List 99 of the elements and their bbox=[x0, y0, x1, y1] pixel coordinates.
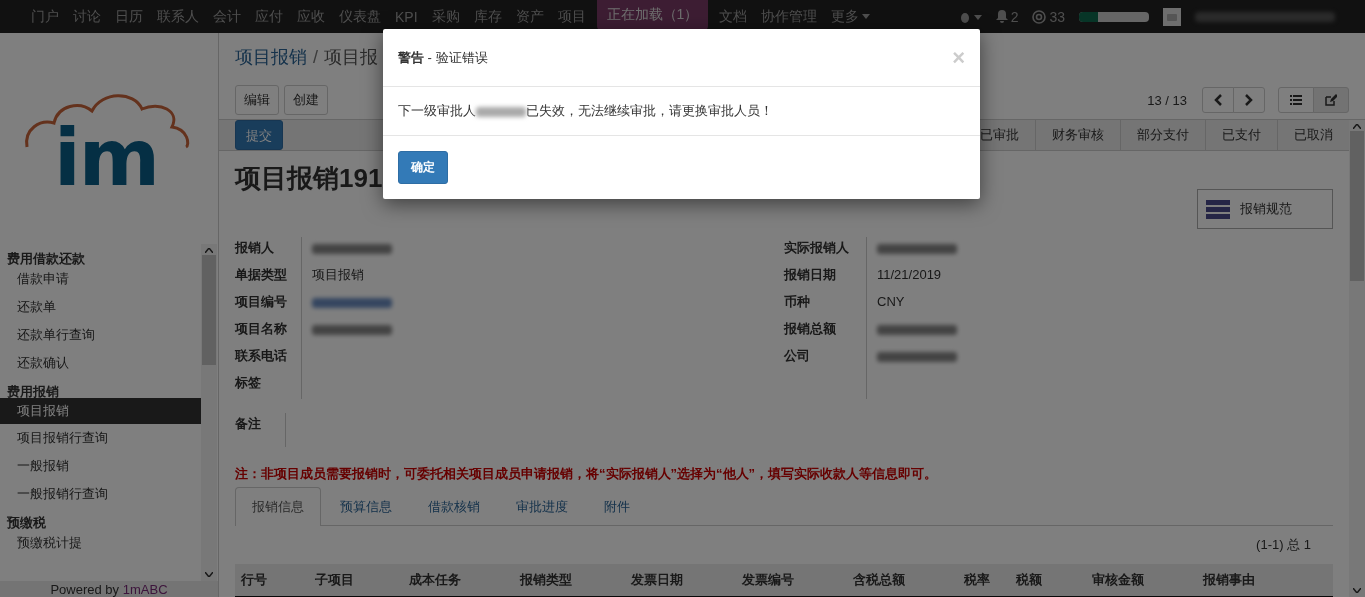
toolbar-button[interactable]: 创建 bbox=[284, 85, 328, 115]
chevron-left-icon bbox=[1214, 94, 1222, 106]
column-header: 审核金额 bbox=[1092, 571, 1145, 589]
tab[interactable]: 附件 bbox=[587, 487, 647, 525]
form-view-button[interactable] bbox=[1313, 87, 1349, 113]
nav-item[interactable]: 应收 bbox=[290, 7, 332, 26]
nav-item[interactable]: 资产 bbox=[508, 7, 551, 26]
column-header: 报销事由 bbox=[1203, 571, 1255, 589]
breadcrumb-separator: / bbox=[313, 46, 318, 68]
menu-item[interactable]: 借款申请 bbox=[0, 265, 201, 293]
notification-count: 2 bbox=[1010, 8, 1019, 25]
field-label: 币种 bbox=[784, 293, 811, 311]
tab[interactable]: 报销信息 bbox=[235, 487, 321, 526]
scrollbar[interactable] bbox=[201, 244, 217, 581]
column-header: 子项目 bbox=[315, 571, 355, 589]
field-label: 报销人 bbox=[235, 239, 275, 257]
scroll-down-icon[interactable] bbox=[205, 572, 213, 577]
pager-text: 13 / 13 bbox=[1147, 92, 1187, 108]
status-stage[interactable]: 已支付 bbox=[1205, 120, 1277, 150]
logo: im bbox=[22, 59, 192, 244]
nav-item[interactable]: 库存 bbox=[466, 7, 509, 26]
menu-section-title: 费用报销 bbox=[6, 383, 60, 398]
powered-by-text: Powered by bbox=[50, 582, 120, 597]
list-icon bbox=[1290, 95, 1302, 105]
field-label: 项目名称 bbox=[235, 320, 288, 338]
scroll-down-icon[interactable] bbox=[1353, 588, 1361, 593]
next-button[interactable] bbox=[1233, 87, 1265, 113]
field-label: 备注 bbox=[235, 413, 286, 447]
progress-bar bbox=[1079, 11, 1149, 22]
breadcrumb-current: 项目报 bbox=[324, 46, 378, 69]
note-text: 注：非项目成员需要报销时，可委托相关项目成员申请报销，将“实际报销人”选择为“他人”，填写实际收款人等信息即可。 bbox=[235, 465, 938, 483]
menu-item[interactable]: 项目报销行查询 bbox=[0, 424, 201, 452]
nav-item[interactable]: 联系人 bbox=[150, 7, 206, 26]
tab[interactable]: 借款核销 bbox=[411, 487, 497, 525]
field-value: 项目报销 bbox=[312, 267, 364, 282]
stack-icon bbox=[1206, 199, 1230, 219]
field-label: 报销日期 bbox=[784, 266, 837, 284]
field-label: 标签 bbox=[235, 374, 262, 392]
column-header: 报销类型 bbox=[520, 571, 573, 589]
mention-count: 33 bbox=[1049, 8, 1065, 25]
menu-item[interactable]: 项目报销 bbox=[0, 398, 201, 424]
column-header: 成本任务 bbox=[409, 571, 462, 589]
caret-icon bbox=[862, 14, 871, 19]
nav-item[interactable]: 采购 bbox=[424, 7, 467, 26]
at-icon[interactable] bbox=[1032, 9, 1047, 24]
tab[interactable]: 审批进度 bbox=[499, 487, 585, 525]
field-label: 联系电话 bbox=[235, 347, 288, 365]
nav-item[interactable]: 应付 bbox=[248, 7, 290, 26]
nav-item[interactable]: 门户 bbox=[24, 7, 66, 26]
record-count: (1-1) 总 1 bbox=[1256, 537, 1311, 552]
field-label: 实际报销人 bbox=[784, 239, 850, 257]
guide-button[interactable]: 报销规范 bbox=[1197, 189, 1333, 229]
ok-button[interactable]: 确定 bbox=[398, 151, 448, 184]
menu-section-title: 预缴税 bbox=[6, 514, 47, 529]
column-header: 税额 bbox=[1016, 571, 1043, 589]
column-header: 税率 bbox=[964, 571, 991, 589]
nav-item[interactable]: KPI bbox=[388, 8, 425, 25]
field-label: 单据类型 bbox=[235, 266, 288, 284]
status-stage[interactable]: 部分支付 bbox=[1120, 120, 1205, 150]
column-header: 含税总额 bbox=[853, 571, 906, 589]
scroll-up-icon[interactable] bbox=[1353, 124, 1361, 129]
menu-section-title: 费用借款还款 bbox=[6, 250, 86, 265]
scrollbar[interactable] bbox=[1349, 120, 1365, 597]
submit-button[interactable]: 提交 bbox=[235, 120, 283, 150]
field-label: 报销总额 bbox=[784, 320, 837, 338]
toolbar-button[interactable]: 编辑 bbox=[235, 85, 279, 115]
nav-item[interactable]: 讨论 bbox=[66, 7, 108, 26]
chevron-right-icon bbox=[1245, 94, 1253, 106]
column-header: 发票编号 bbox=[742, 571, 795, 589]
dialog-title: 警告 - 验证错误 bbox=[398, 48, 488, 67]
menu-item[interactable]: 还款单 bbox=[0, 293, 201, 321]
field-label: 项目编号 bbox=[235, 293, 288, 311]
edit-icon bbox=[1325, 94, 1337, 106]
tab[interactable]: 预算信息 bbox=[323, 487, 409, 525]
field-value: 11/21/2019 bbox=[877, 267, 942, 282]
nav-item[interactable]: 项目 bbox=[550, 7, 593, 26]
loading-badge: 正在加载（1） bbox=[596, 0, 709, 30]
nav-item[interactable]: 日历 bbox=[108, 7, 150, 26]
previous-button[interactable] bbox=[1202, 87, 1234, 113]
column-header: 行号 bbox=[241, 571, 268, 589]
bell-icon[interactable] bbox=[995, 10, 1008, 23]
column-header: 发票日期 bbox=[631, 571, 684, 589]
brand-link[interactable]: 1mABC bbox=[122, 582, 168, 597]
nav-item[interactable]: 仪表盘 bbox=[332, 7, 388, 26]
field-value: CNY bbox=[877, 294, 905, 309]
list-view-button[interactable] bbox=[1278, 87, 1314, 113]
menu-item[interactable]: 还款确认 bbox=[0, 349, 201, 377]
menu-item[interactable]: 预缴税计提 bbox=[0, 529, 201, 557]
nav-item[interactable]: 文档 bbox=[712, 7, 755, 26]
nav-item[interactable]: 会计 bbox=[206, 7, 248, 26]
dialog-message: 下一级审批人 已失效，无法继续审批，请更换审批人员！ bbox=[398, 103, 773, 118]
field-label: 公司 bbox=[784, 347, 811, 365]
nav-item[interactable]: 更多 bbox=[824, 7, 878, 26]
record-title: 项目报销191 bbox=[235, 161, 383, 195]
status-stage[interactable]: 财务审核 bbox=[1035, 120, 1120, 150]
scroll-up-icon[interactable] bbox=[205, 248, 213, 253]
avatar-icon[interactable] bbox=[1163, 7, 1181, 26]
menu-item[interactable]: 还款单行查询 bbox=[0, 321, 201, 349]
breadcrumb-link[interactable]: 项目报销 bbox=[235, 45, 307, 69]
